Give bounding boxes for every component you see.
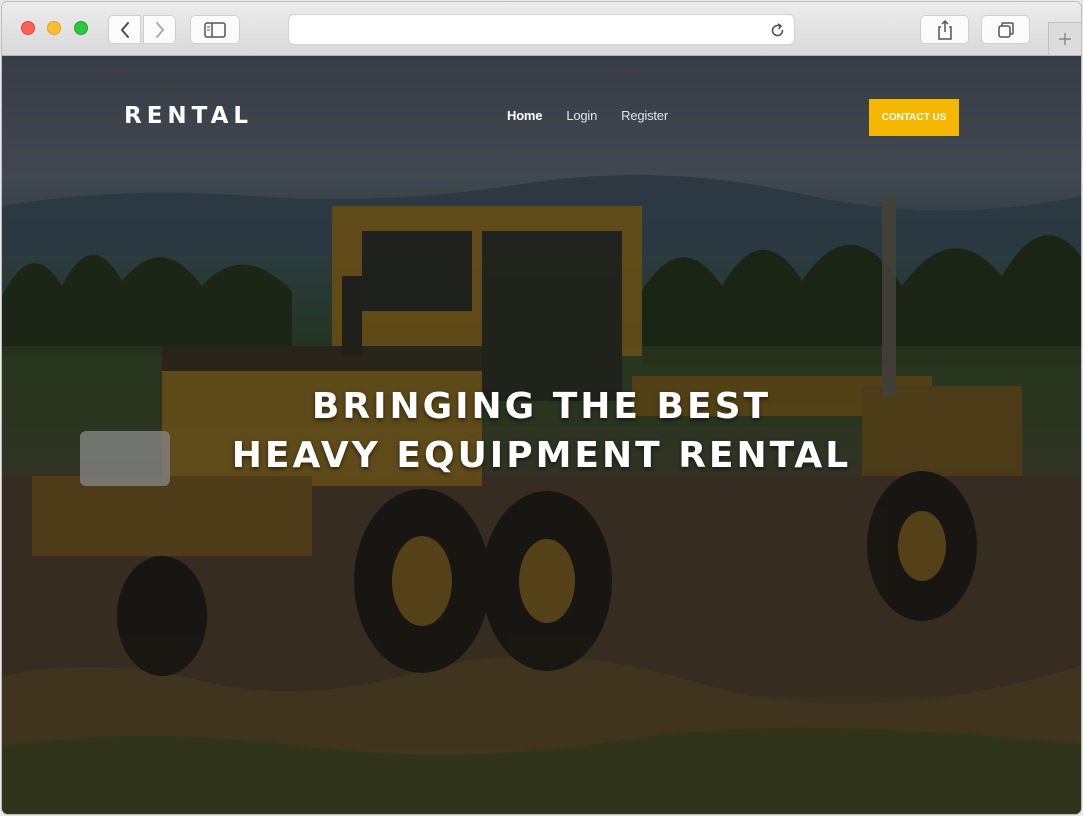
back-button[interactable] (108, 15, 141, 44)
chevron-left-icon (120, 21, 129, 38)
nav-login-link[interactable]: Login (566, 108, 597, 123)
site-header: RENTAL Home Login Register CONTACT US (2, 56, 1081, 176)
hero-headline-line2: HEAVY EQUIPMENT RENTAL (231, 435, 852, 476)
plus-icon (1059, 33, 1071, 45)
share-icon (937, 19, 952, 40)
main-nav: Home Login Register (507, 108, 668, 123)
site-logo[interactable]: RENTAL (124, 103, 253, 129)
tabs-button[interactable] (981, 15, 1030, 44)
chevron-right-icon (155, 21, 164, 38)
close-window-button[interactable] (21, 21, 35, 35)
reload-icon[interactable] (769, 22, 786, 39)
hero-headline: BRINGING THE BEST HEAVY EQUIPMENT RENTAL (2, 382, 1081, 480)
zoom-window-button[interactable] (74, 21, 88, 35)
browser-window: RENTAL Home Login Register CONTACT US BR… (2, 2, 1081, 814)
nav-home-link[interactable]: Home (507, 108, 543, 123)
new-tab-button[interactable] (1048, 22, 1081, 55)
minimize-window-button[interactable] (47, 21, 61, 35)
address-bar[interactable] (288, 14, 795, 45)
page-viewport: RENTAL Home Login Register CONTACT US BR… (2, 56, 1081, 814)
sidebar-icon (204, 21, 226, 38)
share-button[interactable] (920, 15, 969, 44)
browser-toolbar (2, 2, 1081, 56)
nav-register-link[interactable]: Register (621, 108, 668, 123)
hero-headline-line1: BRINGING THE BEST (311, 386, 772, 427)
forward-button[interactable] (143, 15, 176, 44)
sidebar-button[interactable] (190, 15, 240, 44)
contact-us-button[interactable]: CONTACT US (869, 99, 959, 136)
tabs-icon (997, 21, 1014, 38)
